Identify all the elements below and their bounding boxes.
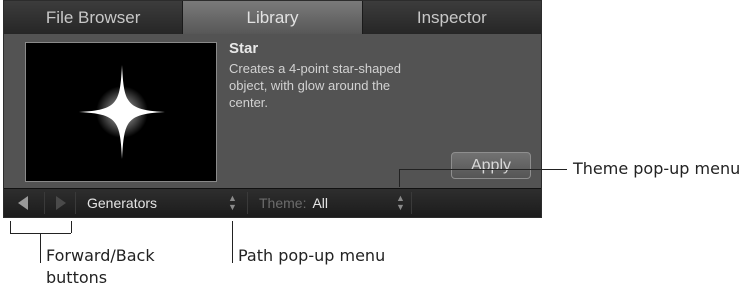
path-callout-label: Path pop-up menu xyxy=(238,246,386,265)
star-preview-graphic xyxy=(79,65,165,159)
back-arrow-icon[interactable] xyxy=(18,196,28,210)
stepper-icon: ▲ ▼ xyxy=(228,193,237,212)
divider xyxy=(411,192,412,214)
callout-line xyxy=(399,169,400,187)
item-title: Star xyxy=(229,40,259,57)
theme-callout-label: Theme pop-up menu xyxy=(573,159,741,178)
preview-image xyxy=(25,42,217,182)
library-panel: File Browser Library Inspector Star Crea… xyxy=(3,0,542,218)
theme-popup-menu[interactable]: Theme: All xyxy=(259,195,328,211)
stepper-icon: ▲ ▼ xyxy=(396,193,405,212)
divider xyxy=(75,192,76,214)
tab-file-browser[interactable]: File Browser xyxy=(4,1,184,34)
forward-arrow-icon[interactable] xyxy=(56,196,66,210)
tab-inspector[interactable]: Inspector xyxy=(362,1,541,34)
tab-library[interactable]: Library xyxy=(183,1,363,34)
callout-line xyxy=(71,221,72,233)
nav-callout-label-line2: buttons xyxy=(46,268,108,287)
callout-line xyxy=(399,169,567,170)
path-bar: Generators ▲ ▼ Theme: All ▲ ▼ xyxy=(4,188,541,217)
theme-value: All xyxy=(312,195,329,211)
item-description: Creates a 4-point star-shaped object, wi… xyxy=(229,61,401,110)
tab-bar: File Browser Library Inspector xyxy=(4,1,541,34)
nav-callout-label-line1: Forward/Back xyxy=(46,246,155,265)
apply-button[interactable]: Apply xyxy=(451,152,531,179)
divider xyxy=(44,192,45,214)
theme-label: Theme: xyxy=(259,195,307,211)
divider xyxy=(247,192,248,214)
callout-line xyxy=(10,221,11,233)
callout-line xyxy=(40,233,41,263)
callout-line xyxy=(232,221,233,263)
path-popup-menu[interactable]: Generators xyxy=(87,195,157,211)
